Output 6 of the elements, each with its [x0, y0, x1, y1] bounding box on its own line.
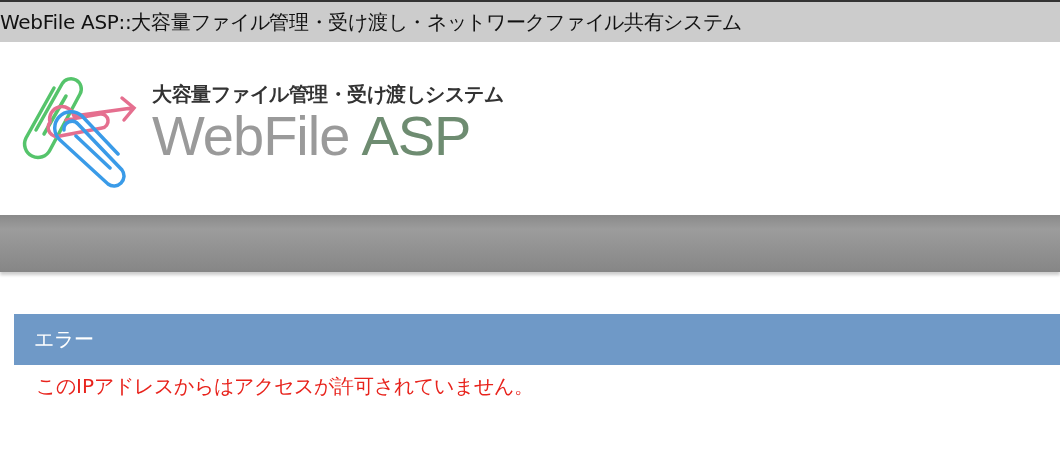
logo-tagline: 大容量ファイル管理・受け渡しシステム — [152, 81, 503, 108]
logo-suffix: ASP — [361, 106, 471, 166]
window-title: WebFile ASP::大容量ファイル管理・受け渡し・ネットワークファイル共有システム — [0, 8, 743, 36]
error-message: このIPアドレスからはアクセスが許可されていません。 — [36, 373, 535, 400]
logo-name: WebFile — [152, 106, 350, 166]
error-title: エラー — [34, 326, 94, 353]
